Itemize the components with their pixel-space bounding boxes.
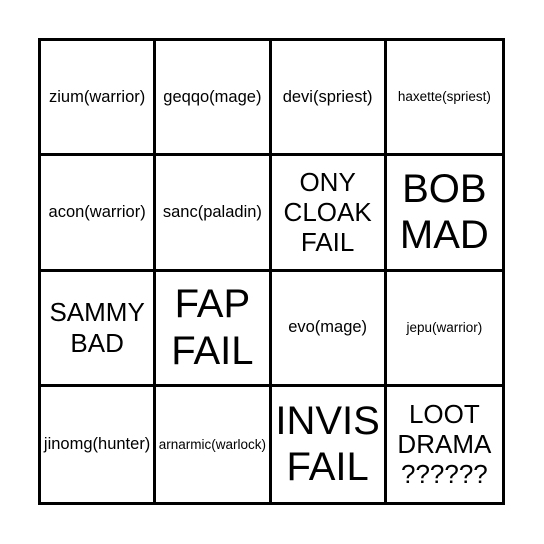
bingo-cell-r4-c4[interactable]: LOOT DRAMA ?????? (386, 386, 502, 502)
bingo-cell-r3-c3[interactable]: evo(mage) (271, 271, 387, 387)
bingo-cell-r4-c1[interactable]: jinomg(hunter) (41, 386, 157, 502)
bingo-cell-r4-c3[interactable]: INVIS FAIL (271, 386, 387, 502)
bingo-card: zium(warrior) geqqo(mage) devi(spriest) hax… (38, 38, 505, 505)
bingo-cell-r2-c1[interactable]: acon(warrior) (41, 156, 157, 272)
bingo-cell-r2-c3[interactable]: ONY CLOAK FAIL (271, 156, 387, 272)
bingo-cell-r1-c4[interactable]: haxette(spriest) (386, 41, 502, 157)
bingo-cell-r2-c4[interactable]: BOB MAD (386, 156, 502, 272)
bingo-cell-r3-c1[interactable]: SAMMY BAD (41, 271, 157, 387)
bingo-cell-r2-c2[interactable]: sanc(paladin) (156, 156, 272, 272)
bingo-cell-r4-c2[interactable]: arnarmic(warlock) (156, 386, 272, 502)
bingo-cell-r1-c3[interactable]: devi(spriest) (271, 41, 387, 157)
bingo-cell-r1-c1[interactable]: zium(warrior) (41, 41, 157, 157)
bingo-cell-r1-c2[interactable]: geqqo(mage) (156, 41, 272, 157)
bingo-cell-r3-c4[interactable]: jepu(warrior) (386, 271, 502, 387)
bingo-cell-r3-c2[interactable]: FAP FAIL (156, 271, 272, 387)
